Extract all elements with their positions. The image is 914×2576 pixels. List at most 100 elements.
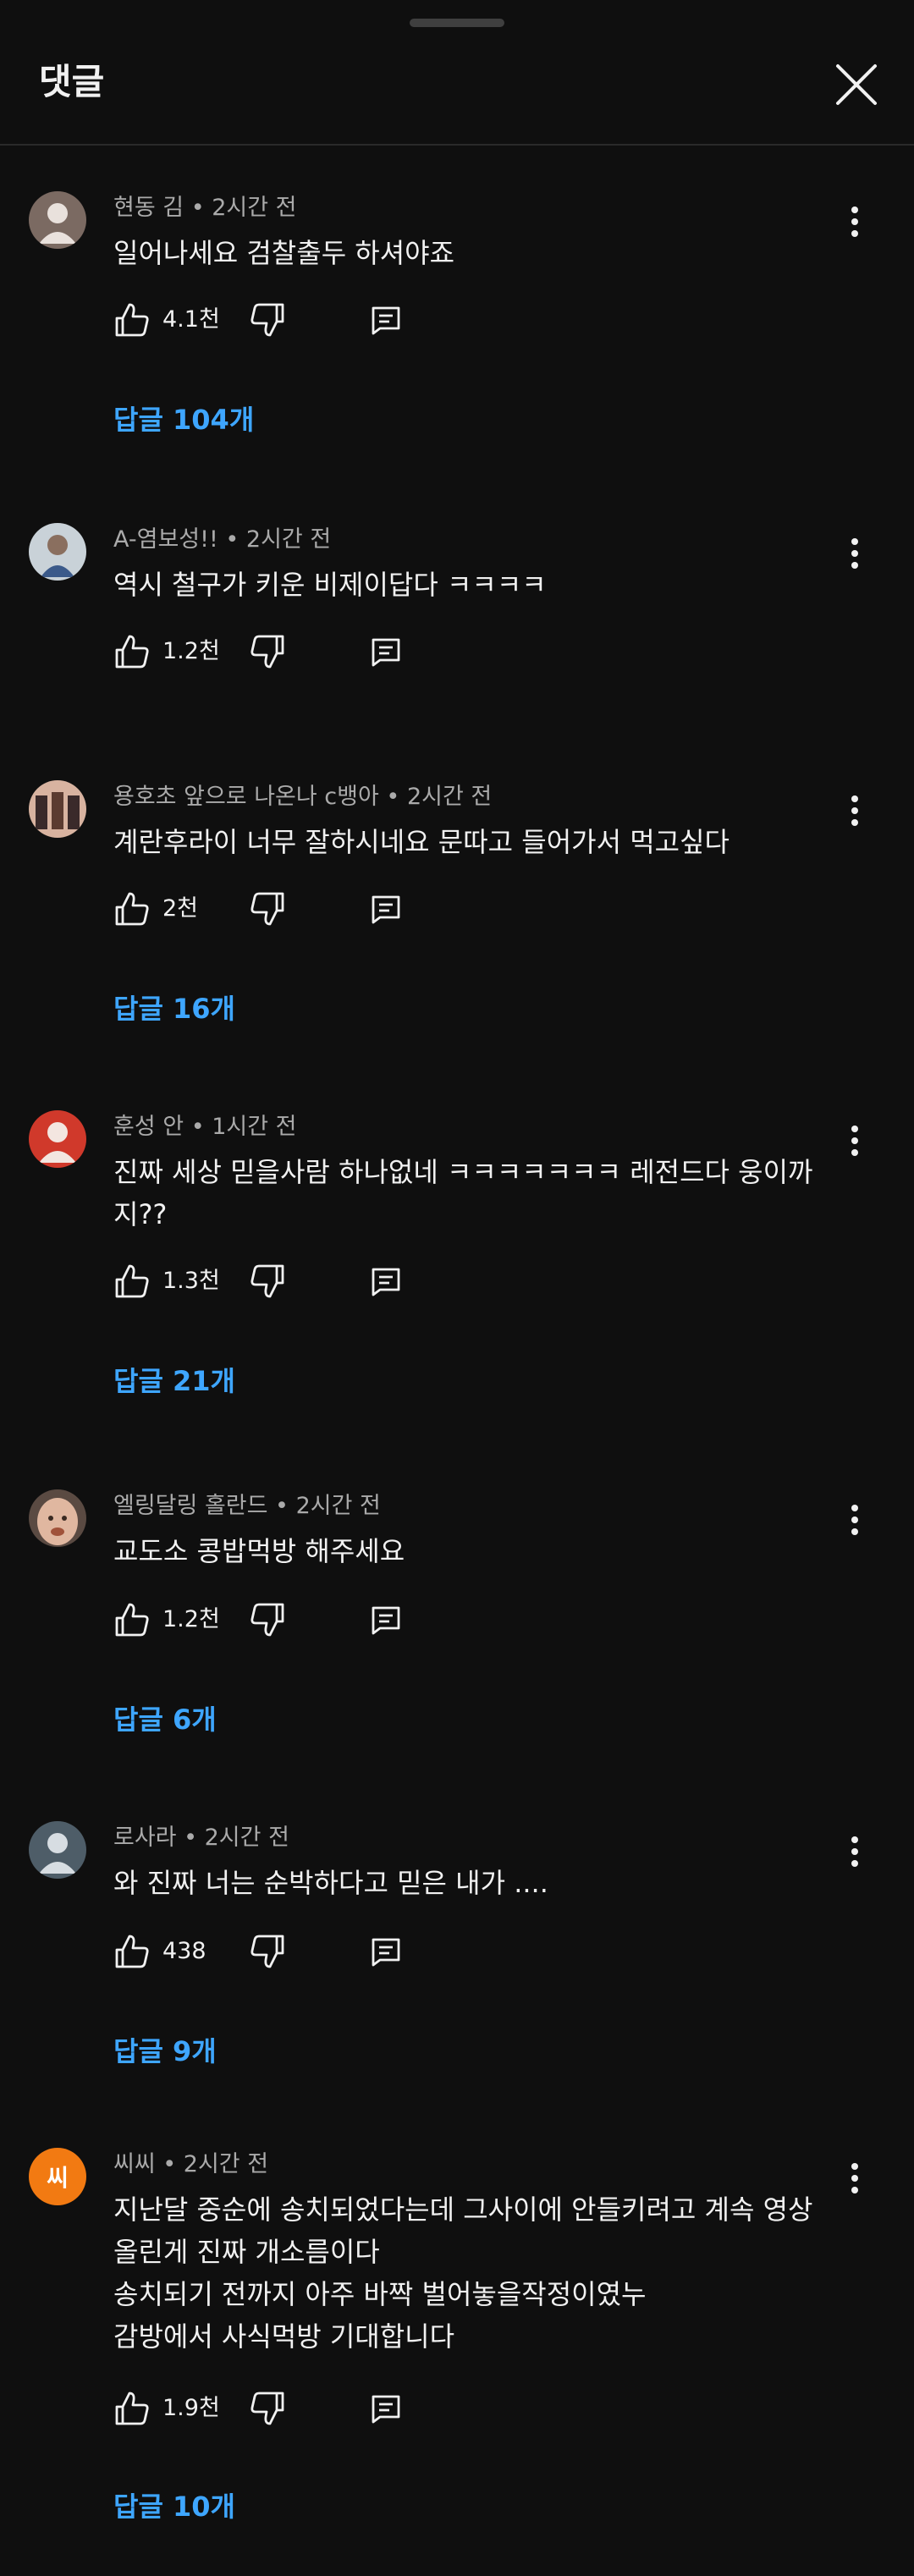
author-name[interactable]: 로사라 (113, 1825, 177, 1851)
comment-actions: 2천 (113, 887, 469, 931)
meta-separator: • (184, 1114, 212, 1140)
page-title: 댓글 (39, 61, 105, 102)
view-replies-link[interactable]: 답글 104개 (113, 403, 254, 437)
comment-line: 교도소 콩밥먹방 해주세요 (113, 1535, 405, 1567)
comment-item: 현동 김 • 2시간 전 일어나세요 검찰출두 하셔야죠 4.1천 답글 104… (0, 191, 914, 462)
author-name[interactable]: 엘링달링 홀란드 (113, 1493, 267, 1519)
comment-actions: 4.1천 (113, 298, 469, 342)
header-divider (0, 144, 914, 146)
like-count: 1.2천 (162, 638, 220, 664)
comment-item: 씨 씨씨 • 2시간 전 지난달 중순에 송치되었다는데 그사이에 안들키려고 … (0, 2148, 914, 2537)
comment-icon[interactable] (367, 890, 405, 927)
comment-text: 교도소 콩밥먹방 해주세요 (113, 1530, 850, 1572)
avatar[interactable] (29, 1821, 86, 1879)
thumb-down-icon[interactable] (249, 1601, 286, 1638)
author-name[interactable]: 씨씨 (113, 2151, 156, 2177)
thumb-down-icon[interactable] (249, 890, 286, 927)
view-replies-link[interactable]: 답글 6개 (113, 1703, 217, 1737)
view-replies-link[interactable]: 답글 10개 (113, 2490, 235, 2524)
timestamp: 2시간 전 (212, 195, 297, 221)
comment-item: 엘링달링 홀란드 • 2시간 전 교도소 콩밥먹방 해주세요 1.2천 답글 6… (0, 1489, 914, 1760)
close-icon (836, 64, 877, 105)
meta-separator: • (155, 2151, 184, 2177)
thumb-up-icon[interactable] (113, 1263, 151, 1300)
like-count: 4.1천 (162, 306, 220, 333)
author-name[interactable]: 용호초 앞으로 나온나 c뱅아 (113, 784, 379, 810)
comment-text: 와 진짜 너는 순박하다고 믿은 내가 .... (113, 1862, 850, 1904)
comment-icon[interactable] (367, 2390, 405, 2427)
comment-actions: 1.9천 (113, 2386, 469, 2430)
comment-text: 진짜 세상 믿을사람 하나없네 ㅋㅋㅋㅋㅋㅋㅋ 레전드다 웅이까 지?? (113, 1151, 850, 1236)
thumb-up-icon[interactable] (113, 1933, 151, 1970)
like-count: 1.3천 (162, 1268, 220, 1294)
like-count: 1.2천 (162, 1606, 220, 1632)
meta-separator: • (378, 784, 407, 810)
like-count: 438 (162, 1938, 206, 1964)
comment-line: 올린게 진짜 개소름이다 (113, 2236, 380, 2268)
timestamp: 2시간 전 (406, 784, 493, 810)
comment-line: 역시 철구가 키운 비제이답다 ㅋㅋㅋㅋ (113, 569, 547, 601)
avatar[interactable] (29, 523, 86, 581)
thumb-down-icon[interactable] (249, 1263, 286, 1300)
view-replies-link[interactable]: 답글 16개 (113, 992, 235, 1026)
comment-meta: 씨씨 • 2시간 전 (113, 2149, 268, 2180)
author-name[interactable]: 현동 김 (113, 195, 184, 221)
comment-item: 훈성 안 • 1시간 전 진짜 세상 믿을사람 하나없네 ㅋㅋㅋㅋㅋㅋㅋ 레전드… (0, 1110, 914, 1415)
avatar[interactable] (29, 1110, 86, 1168)
comment-actions: 438 (113, 1929, 469, 1973)
view-replies-link[interactable]: 답글 21개 (113, 1364, 235, 1398)
comment-icon[interactable] (367, 301, 405, 339)
comment-actions: 1.3천 (113, 1259, 469, 1303)
comment-meta: 용호초 앞으로 나온나 c뱅아 • 2시간 전 (113, 782, 492, 812)
comment-actions: 1.2천 (113, 1598, 469, 1642)
comments-header: 댓글 (0, 44, 914, 144)
comment-meta: 현동 김 • 2시간 전 (113, 193, 296, 223)
comment-line: 지?? (113, 1198, 168, 1230)
like-count: 1.9천 (162, 2395, 220, 2421)
thumb-up-icon[interactable] (113, 633, 151, 670)
comment-meta: 엘링달링 홀란드 • 2시간 전 (113, 1491, 381, 1522)
comment-item: 용호초 앞으로 나온나 c뱅아 • 2시간 전 계란후라이 너무 잘하시네요 문… (0, 780, 914, 1051)
comment-meta: A-염보성!! • 2시간 전 (113, 525, 331, 555)
comment-icon[interactable] (367, 1263, 405, 1300)
timestamp: 2시간 전 (245, 526, 332, 553)
avatar[interactable] (29, 191, 86, 249)
thumb-up-icon[interactable] (113, 1601, 151, 1638)
comment-line: 와 진짜 너는 순박하다고 믿은 내가 .... (113, 1867, 548, 1899)
timestamp: 2시간 전 (295, 1493, 381, 1519)
comment-line: 일어나세요 검찰출두 하셔야죠 (113, 237, 455, 269)
comment-line: 계란후라이 너무 잘하시네요 문따고 들어가서 먹고싶다 (113, 826, 730, 858)
comment-meta: 훈성 안 • 1시간 전 (113, 1112, 296, 1142)
meta-separator: • (217, 526, 246, 553)
view-replies-link[interactable]: 답글 9개 (113, 2034, 217, 2068)
drag-handle[interactable] (410, 19, 504, 27)
comment-icon[interactable] (367, 1933, 405, 1970)
like-count: 2천 (162, 895, 199, 922)
timestamp: 2시간 전 (204, 1825, 289, 1851)
author-name[interactable]: A-염보성!! (113, 526, 218, 553)
thumb-up-icon[interactable] (113, 301, 151, 339)
timestamp: 1시간 전 (212, 1114, 297, 1140)
comment-icon[interactable] (367, 1601, 405, 1638)
avatar[interactable] (29, 780, 86, 838)
meta-separator: • (184, 195, 212, 221)
timestamp: 2시간 전 (183, 2151, 269, 2177)
author-name[interactable]: 훈성 안 (113, 1114, 184, 1140)
comment-text: 지난달 중순에 송치되었다는데 그사이에 안들키려고 계속 영상 올린게 진짜 … (113, 2188, 850, 2358)
thumb-up-icon[interactable] (113, 2390, 151, 2427)
avatar[interactable] (29, 1489, 86, 1547)
comment-item: A-염보성!! • 2시간 전 역시 철구가 키운 비제이답다 ㅋㅋㅋㅋ 1.2… (0, 523, 914, 692)
comment-icon[interactable] (367, 633, 405, 670)
thumb-down-icon[interactable] (249, 1933, 286, 1970)
thumb-down-icon[interactable] (249, 2390, 286, 2427)
comment-line: 지난달 중순에 송치되었다는데 그사이에 안들키려고 계속 영상 (113, 2193, 813, 2226)
thumb-down-icon[interactable] (249, 633, 286, 670)
thumb-up-icon[interactable] (113, 890, 151, 927)
comment-item: 로사라 • 2시간 전 와 진짜 너는 순박하다고 믿은 내가 .... 438… (0, 1821, 914, 2092)
thumb-down-icon[interactable] (249, 301, 286, 339)
avatar[interactable]: 씨 (29, 2148, 86, 2205)
meta-separator: • (176, 1825, 205, 1851)
comment-line: 감방에서 사식먹방 기대합니다 (113, 2320, 455, 2353)
comment-text: 역시 철구가 키운 비제이답다 ㅋㅋㅋㅋ (113, 564, 850, 606)
close-button[interactable] (833, 61, 880, 108)
